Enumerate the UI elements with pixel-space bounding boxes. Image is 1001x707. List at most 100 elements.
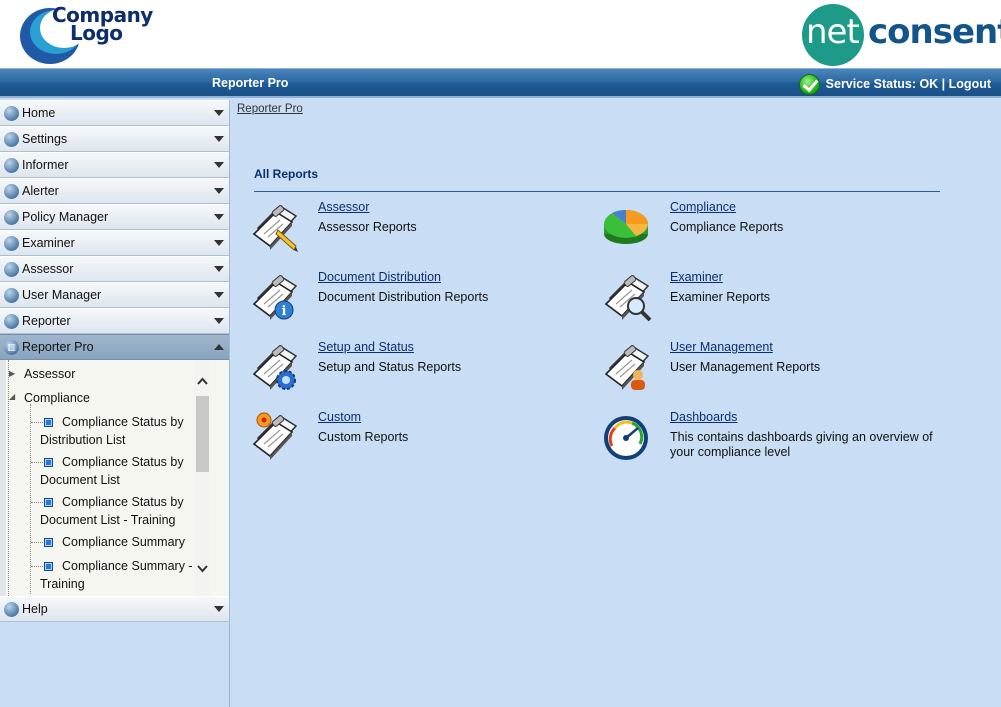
tree-node-assessor[interactable]: Assessor	[24, 365, 75, 383]
assessor-report-icon[interactable]	[250, 200, 302, 256]
tree-leaf[interactable]: Compliance Status by	[62, 493, 184, 511]
chevron-down-icon	[214, 188, 224, 194]
tree-expand-icon[interactable]: ▶	[9, 369, 15, 378]
tree-leaf[interactable]: Training	[40, 575, 85, 593]
tree-scrollbar[interactable]	[194, 360, 211, 596]
custom-report-icon[interactable]	[250, 410, 302, 466]
report-link-compliance[interactable]: Compliance	[670, 200, 736, 214]
section-title: All Reports	[254, 167, 319, 181]
report-item-document-distribution: i Document Distribution Document Distribu…	[250, 270, 590, 332]
report-link-user-management[interactable]: User Management	[670, 340, 773, 354]
tree-line	[31, 566, 43, 567]
report-description: Compliance Reports	[670, 220, 784, 234]
dashboard-gauge-icon[interactable]	[602, 410, 654, 466]
gear-report-icon[interactable]	[250, 340, 302, 396]
sidebar-item-label: Examiner	[22, 236, 75, 250]
app-title: Reporter Pro	[212, 76, 289, 90]
tree-node-compliance[interactable]: Compliance	[24, 389, 90, 407]
sidebar-item-assessor[interactable]: Assessor	[0, 256, 229, 282]
report-description: Examiner Reports	[670, 290, 771, 304]
scrollbar-thumb[interactable]	[196, 396, 209, 472]
assessor-icon	[4, 261, 19, 277]
sidebar-item-informer[interactable]: Informer	[0, 152, 229, 178]
document-distribution-icon[interactable]: i	[250, 270, 302, 326]
tree-line	[31, 502, 43, 503]
report-link-dashboards[interactable]: Dashboards	[670, 410, 737, 424]
reporter-pro-icon: ▥	[4, 339, 19, 355]
report-item-custom: Custom Custom Reports	[250, 410, 590, 472]
svg-text:i: i	[282, 304, 287, 319]
breadcrumb[interactable]: Reporter Pro	[237, 103, 303, 115]
service-status: Service Status: OK | Logout	[798, 73, 991, 95]
sidebar-item-label: Settings	[22, 132, 68, 146]
sidebar-item-label: Informer	[22, 158, 69, 172]
tree-leaf[interactable]: Compliance Status by	[62, 453, 184, 471]
sidebar: Home Settings Informer Alerter Policy Manage…	[0, 100, 230, 707]
header: Company Logo net consent	[0, 0, 1001, 68]
top-bar: Reporter Pro Service Status: OK | Logout	[0, 68, 1001, 98]
main-content: Reporter Pro All Reports Assessor Assesso…	[234, 100, 1001, 707]
report-link-assessor[interactable]: Assessor	[318, 200, 369, 214]
report-description: Document Distribution Reports	[318, 290, 489, 304]
chevron-down-icon	[214, 136, 224, 142]
sidebar-item-user-manager[interactable]: User Manager	[0, 282, 229, 308]
reporter-pro-tree: ▶ Assessor ◢ Compliance Compliance Statu…	[0, 360, 229, 596]
report-item-examiner: Examiner Examiner Reports	[602, 270, 942, 332]
tree-leaf[interactable]: Compliance Status by	[62, 413, 184, 431]
report-leaf-icon	[44, 538, 53, 547]
chevron-down-icon	[214, 162, 224, 168]
tree-leaf[interactable]: Document List - Training	[40, 511, 175, 529]
company-logo: Company Logo	[18, 2, 158, 66]
sidebar-item-help[interactable]: Help	[0, 596, 229, 622]
reporter-icon	[4, 313, 19, 329]
sidebar-item-alerter[interactable]: Alerter	[0, 178, 229, 204]
status-separator: |	[938, 77, 949, 91]
sidebar-item-home[interactable]: Home	[0, 100, 229, 126]
report-item-setup-and-status: Setup and Status Setup and Status Reports	[250, 340, 590, 402]
home-icon	[4, 105, 19, 121]
sidebar-item-reporter[interactable]: Reporter	[0, 308, 229, 334]
sidebar-item-policy-manager[interactable]: Policy Manager	[0, 204, 229, 230]
magnifier-report-icon[interactable]	[602, 270, 654, 326]
tree-leaf[interactable]: Distribution List	[40, 431, 125, 449]
tree-line	[31, 542, 43, 543]
report-leaf-icon	[44, 418, 53, 427]
settings-icon	[4, 131, 19, 147]
tree-leaf[interactable]: Compliance Summary -	[62, 557, 193, 575]
report-link-custom[interactable]: Custom	[318, 410, 361, 424]
report-leaf-icon	[44, 458, 53, 467]
report-link-examiner[interactable]: Examiner	[670, 270, 723, 284]
sidebar-item-label: Help	[22, 602, 48, 616]
chevron-down-icon	[214, 266, 224, 272]
report-leaf-icon	[44, 562, 53, 571]
report-description: This contains dashboards giving an overv…	[670, 430, 933, 459]
policy-icon	[4, 209, 19, 225]
chevron-down-icon	[214, 318, 224, 324]
report-item-user-management: User Management User Management Reports	[602, 340, 942, 402]
pie-chart-icon[interactable]	[602, 200, 654, 256]
status-ok-check-icon	[798, 73, 820, 95]
chevron-up-icon	[214, 344, 224, 350]
sidebar-item-label: Reporter	[22, 314, 71, 328]
scroll-down-icon[interactable]	[197, 563, 208, 574]
chevron-down-icon	[214, 240, 224, 246]
sidebar-item-reporter-pro[interactable]: ▥ Reporter Pro	[0, 334, 229, 360]
report-link-document-distribution[interactable]: Document Distribution	[318, 270, 441, 284]
sidebar-item-settings[interactable]: Settings	[0, 126, 229, 152]
report-item-dashboards: Dashboards This contains dashboards givin…	[602, 410, 942, 472]
chevron-down-icon	[214, 214, 224, 220]
scroll-up-icon[interactable]	[197, 376, 208, 387]
tree-leaf[interactable]: Compliance Summary	[62, 533, 185, 551]
tree-collapse-icon[interactable]: ◢	[9, 392, 15, 401]
logout-link[interactable]: Logout	[949, 77, 991, 91]
service-status-text: Service Status: OK	[825, 77, 939, 91]
sidebar-item-label: Reporter Pro	[22, 340, 94, 354]
tree-line	[31, 422, 43, 423]
report-item-compliance: Compliance Compliance Reports	[602, 200, 942, 262]
sidebar-item-examiner[interactable]: Examiner	[0, 230, 229, 256]
sidebar-item-label: User Manager	[22, 288, 102, 302]
report-leaf-icon	[44, 498, 53, 507]
user-report-icon[interactable]	[602, 340, 654, 396]
tree-leaf[interactable]: Document List	[40, 471, 120, 489]
report-link-setup-and-status[interactable]: Setup and Status	[318, 340, 414, 354]
